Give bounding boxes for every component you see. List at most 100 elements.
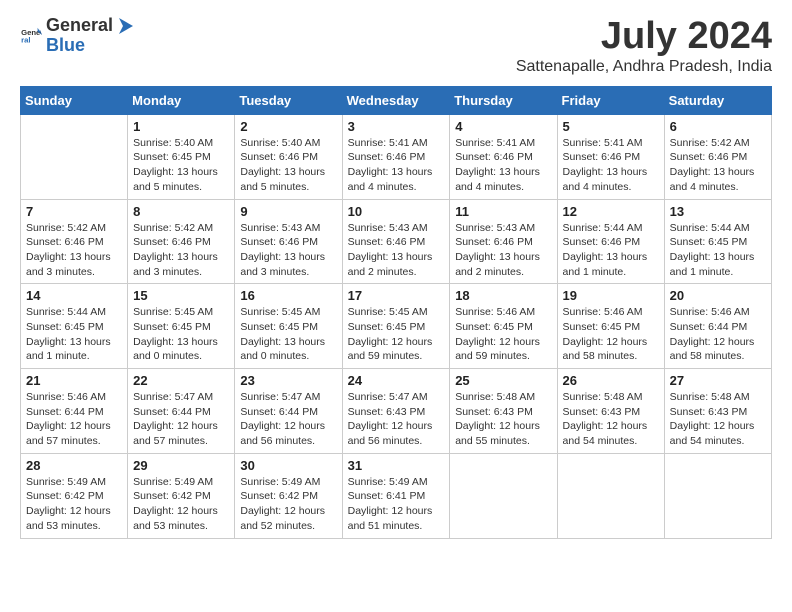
header: Gene ral General Blue July 2024 Sattenap… (20, 16, 772, 76)
calendar-cell-2-5: 19 Sunrise: 5:46 AMSunset: 6:45 PMDayligh… (557, 284, 664, 369)
day-number-19: 19 (563, 288, 659, 303)
calendar-cell-2-2: 16 Sunrise: 5:45 AMSunset: 6:45 PMDayligh… (235, 284, 342, 369)
calendar-cell-4-5 (557, 453, 664, 538)
day-info-10: Sunrise: 5:43 AMSunset: 6:46 PMDaylight:… (348, 221, 445, 280)
day-info-29: Sunrise: 5:49 AMSunset: 6:42 PMDaylight:… (133, 475, 229, 534)
logo-text: General Blue (46, 16, 135, 56)
day-number-23: 23 (240, 373, 336, 388)
day-info-11: Sunrise: 5:43 AMSunset: 6:46 PMDaylight:… (455, 221, 551, 280)
day-number-10: 10 (348, 204, 445, 219)
calendar-cell-0-1: 1Sunrise: 5:40 AMSunset: 6:45 PMDaylight… (128, 114, 235, 199)
day-number-1: 1 (133, 119, 229, 134)
header-day-tuesday: Tuesday (235, 86, 342, 114)
day-number-18: 18 (455, 288, 551, 303)
day-number-31: 31 (348, 458, 445, 473)
calendar-cell-0-2: 2 Sunrise: 5:40 AMSunset: 6:46 PMDaylight… (235, 114, 342, 199)
calendar-cell-1-3: 10 Sunrise: 5:43 AMSunset: 6:46 PMDayligh… (342, 199, 450, 284)
calendar-cell-3-3: 24Sunrise: 5:47 AMSunset: 6:43 PMDayligh… (342, 369, 450, 454)
calendar-cell-4-4 (450, 453, 557, 538)
day-info-25: Sunrise: 5:48 AMSunset: 6:43 PMDaylight:… (455, 390, 551, 449)
day-info-12: Sunrise: 5:44 AMSunset: 6:46 PMDaylight:… (563, 221, 659, 280)
calendar-cell-1-6: 13 Sunrise: 5:44 AMSunset: 6:45 PMDayligh… (664, 199, 771, 284)
day-number-22: 22 (133, 373, 229, 388)
location-title: Sattenapalle, Andhra Pradesh, India (516, 58, 772, 76)
calendar-cell-2-6: 20Sunrise: 5:46 AMSunset: 6:44 PMDayligh… (664, 284, 771, 369)
calendar-cell-3-2: 23Sunrise: 5:47 AMSunset: 6:44 PMDayligh… (235, 369, 342, 454)
day-number-15: 15 (133, 288, 229, 303)
day-number-24: 24 (348, 373, 445, 388)
calendar-cell-0-3: 3 Sunrise: 5:41 AMSunset: 6:46 PMDaylight… (342, 114, 450, 199)
day-info-27: Sunrise: 5:48 AMSunset: 6:43 PMDaylight:… (670, 390, 766, 449)
day-info-20: Sunrise: 5:46 AMSunset: 6:44 PMDaylight:… (670, 305, 766, 364)
day-number-17: 17 (348, 288, 445, 303)
calendar-cell-1-5: 12 Sunrise: 5:44 AMSunset: 6:46 PMDayligh… (557, 199, 664, 284)
day-number-6: 6 (670, 119, 766, 134)
week-row-5: 28 Sunrise: 5:49 AMSunset: 6:42 PMDayligh… (21, 453, 772, 538)
month-title: July 2024 (516, 16, 772, 58)
day-number-11: 11 (455, 204, 551, 219)
header-day-sunday: Sunday (21, 86, 128, 114)
day-info-18: Sunrise: 5:46 AMSunset: 6:45 PMDaylight:… (455, 305, 551, 364)
calendar-cell-1-4: 11 Sunrise: 5:43 AMSunset: 6:46 PMDayligh… (450, 199, 557, 284)
day-info-22: Sunrise: 5:47 AMSunset: 6:44 PMDaylight:… (133, 390, 229, 449)
day-info-15: Sunrise: 5:45 AMSunset: 6:45 PMDaylight:… (133, 305, 229, 364)
day-info-3: Sunrise: 5:41 AMSunset: 6:46 PMDaylight:… (348, 136, 445, 195)
logo-icon: Gene ral (20, 25, 42, 47)
header-day-wednesday: Wednesday (342, 86, 450, 114)
calendar-body: 1Sunrise: 5:40 AMSunset: 6:45 PMDaylight… (21, 114, 772, 538)
day-number-2: 2 (240, 119, 336, 134)
calendar-header: SundayMondayTuesdayWednesdayThursdayFrid… (21, 86, 772, 114)
day-info-6: Sunrise: 5:42 AMSunset: 6:46 PMDaylight:… (670, 136, 766, 195)
day-info-19: Sunrise: 5:46 AMSunset: 6:45 PMDaylight:… (563, 305, 659, 364)
day-info-5: Sunrise: 5:41 AMSunset: 6:46 PMDaylight:… (563, 136, 659, 195)
day-number-5: 5 (563, 119, 659, 134)
day-number-4: 4 (455, 119, 551, 134)
day-info-26: Sunrise: 5:48 AMSunset: 6:43 PMDaylight:… (563, 390, 659, 449)
calendar-cell-4-3: 31 Sunrise: 5:49 AMSunset: 6:41 PMDayligh… (342, 453, 450, 538)
day-info-17: Sunrise: 5:45 AMSunset: 6:45 PMDaylight:… (348, 305, 445, 364)
logo-arrow-icon (115, 16, 135, 36)
day-number-3: 3 (348, 119, 445, 134)
calendar-table: SundayMondayTuesdayWednesdayThursdayFrid… (20, 86, 772, 539)
day-info-7: Sunrise: 5:42 AMSunset: 6:46 PMDaylight:… (26, 221, 122, 280)
day-number-7: 7 (26, 204, 122, 219)
calendar-cell-2-1: 15 Sunrise: 5:45 AMSunset: 6:45 PMDayligh… (128, 284, 235, 369)
calendar-cell-3-6: 27 Sunrise: 5:48 AMSunset: 6:43 PMDayligh… (664, 369, 771, 454)
day-info-16: Sunrise: 5:45 AMSunset: 6:45 PMDaylight:… (240, 305, 336, 364)
day-info-14: Sunrise: 5:44 AMSunset: 6:45 PMDaylight:… (26, 305, 122, 364)
day-info-28: Sunrise: 5:49 AMSunset: 6:42 PMDaylight:… (26, 475, 122, 534)
calendar-cell-0-5: 5 Sunrise: 5:41 AMSunset: 6:46 PMDaylight… (557, 114, 664, 199)
day-number-28: 28 (26, 458, 122, 473)
calendar-cell-0-4: 4 Sunrise: 5:41 AMSunset: 6:46 PMDaylight… (450, 114, 557, 199)
calendar-cell-0-6: 6 Sunrise: 5:42 AMSunset: 6:46 PMDaylight… (664, 114, 771, 199)
day-info-31: Sunrise: 5:49 AMSunset: 6:41 PMDaylight:… (348, 475, 445, 534)
day-number-16: 16 (240, 288, 336, 303)
day-number-26: 26 (563, 373, 659, 388)
calendar-cell-1-1: 8Sunrise: 5:42 AMSunset: 6:46 PMDaylight… (128, 199, 235, 284)
logo-blue: Blue (46, 35, 85, 55)
calendar-cell-1-0: 7 Sunrise: 5:42 AMSunset: 6:46 PMDaylight… (21, 199, 128, 284)
day-number-9: 9 (240, 204, 336, 219)
calendar-cell-1-2: 9 Sunrise: 5:43 AMSunset: 6:46 PMDaylight… (235, 199, 342, 284)
day-info-4: Sunrise: 5:41 AMSunset: 6:46 PMDaylight:… (455, 136, 551, 195)
header-day-thursday: Thursday (450, 86, 557, 114)
day-number-27: 27 (670, 373, 766, 388)
calendar-cell-4-1: 29 Sunrise: 5:49 AMSunset: 6:42 PMDayligh… (128, 453, 235, 538)
header-day-friday: Friday (557, 86, 664, 114)
day-info-9: Sunrise: 5:43 AMSunset: 6:46 PMDaylight:… (240, 221, 336, 280)
day-info-8: Sunrise: 5:42 AMSunset: 6:46 PMDaylight:… (133, 221, 229, 280)
week-row-4: 21 Sunrise: 5:46 AMSunset: 6:44 PMDayligh… (21, 369, 772, 454)
calendar-cell-3-5: 26 Sunrise: 5:48 AMSunset: 6:43 PMDayligh… (557, 369, 664, 454)
day-number-12: 12 (563, 204, 659, 219)
day-info-2: Sunrise: 5:40 AMSunset: 6:46 PMDaylight:… (240, 136, 336, 195)
day-number-13: 13 (670, 204, 766, 219)
calendar-header-row: SundayMondayTuesdayWednesdayThursdayFrid… (21, 86, 772, 114)
day-info-13: Sunrise: 5:44 AMSunset: 6:45 PMDaylight:… (670, 221, 766, 280)
calendar-cell-4-6 (664, 453, 771, 538)
day-number-21: 21 (26, 373, 122, 388)
day-info-21: Sunrise: 5:46 AMSunset: 6:44 PMDaylight:… (26, 390, 122, 449)
week-row-2: 7 Sunrise: 5:42 AMSunset: 6:46 PMDaylight… (21, 199, 772, 284)
day-number-29: 29 (133, 458, 229, 473)
logo: Gene ral General Blue (20, 16, 135, 56)
week-row-3: 14Sunrise: 5:44 AMSunset: 6:45 PMDayligh… (21, 284, 772, 369)
